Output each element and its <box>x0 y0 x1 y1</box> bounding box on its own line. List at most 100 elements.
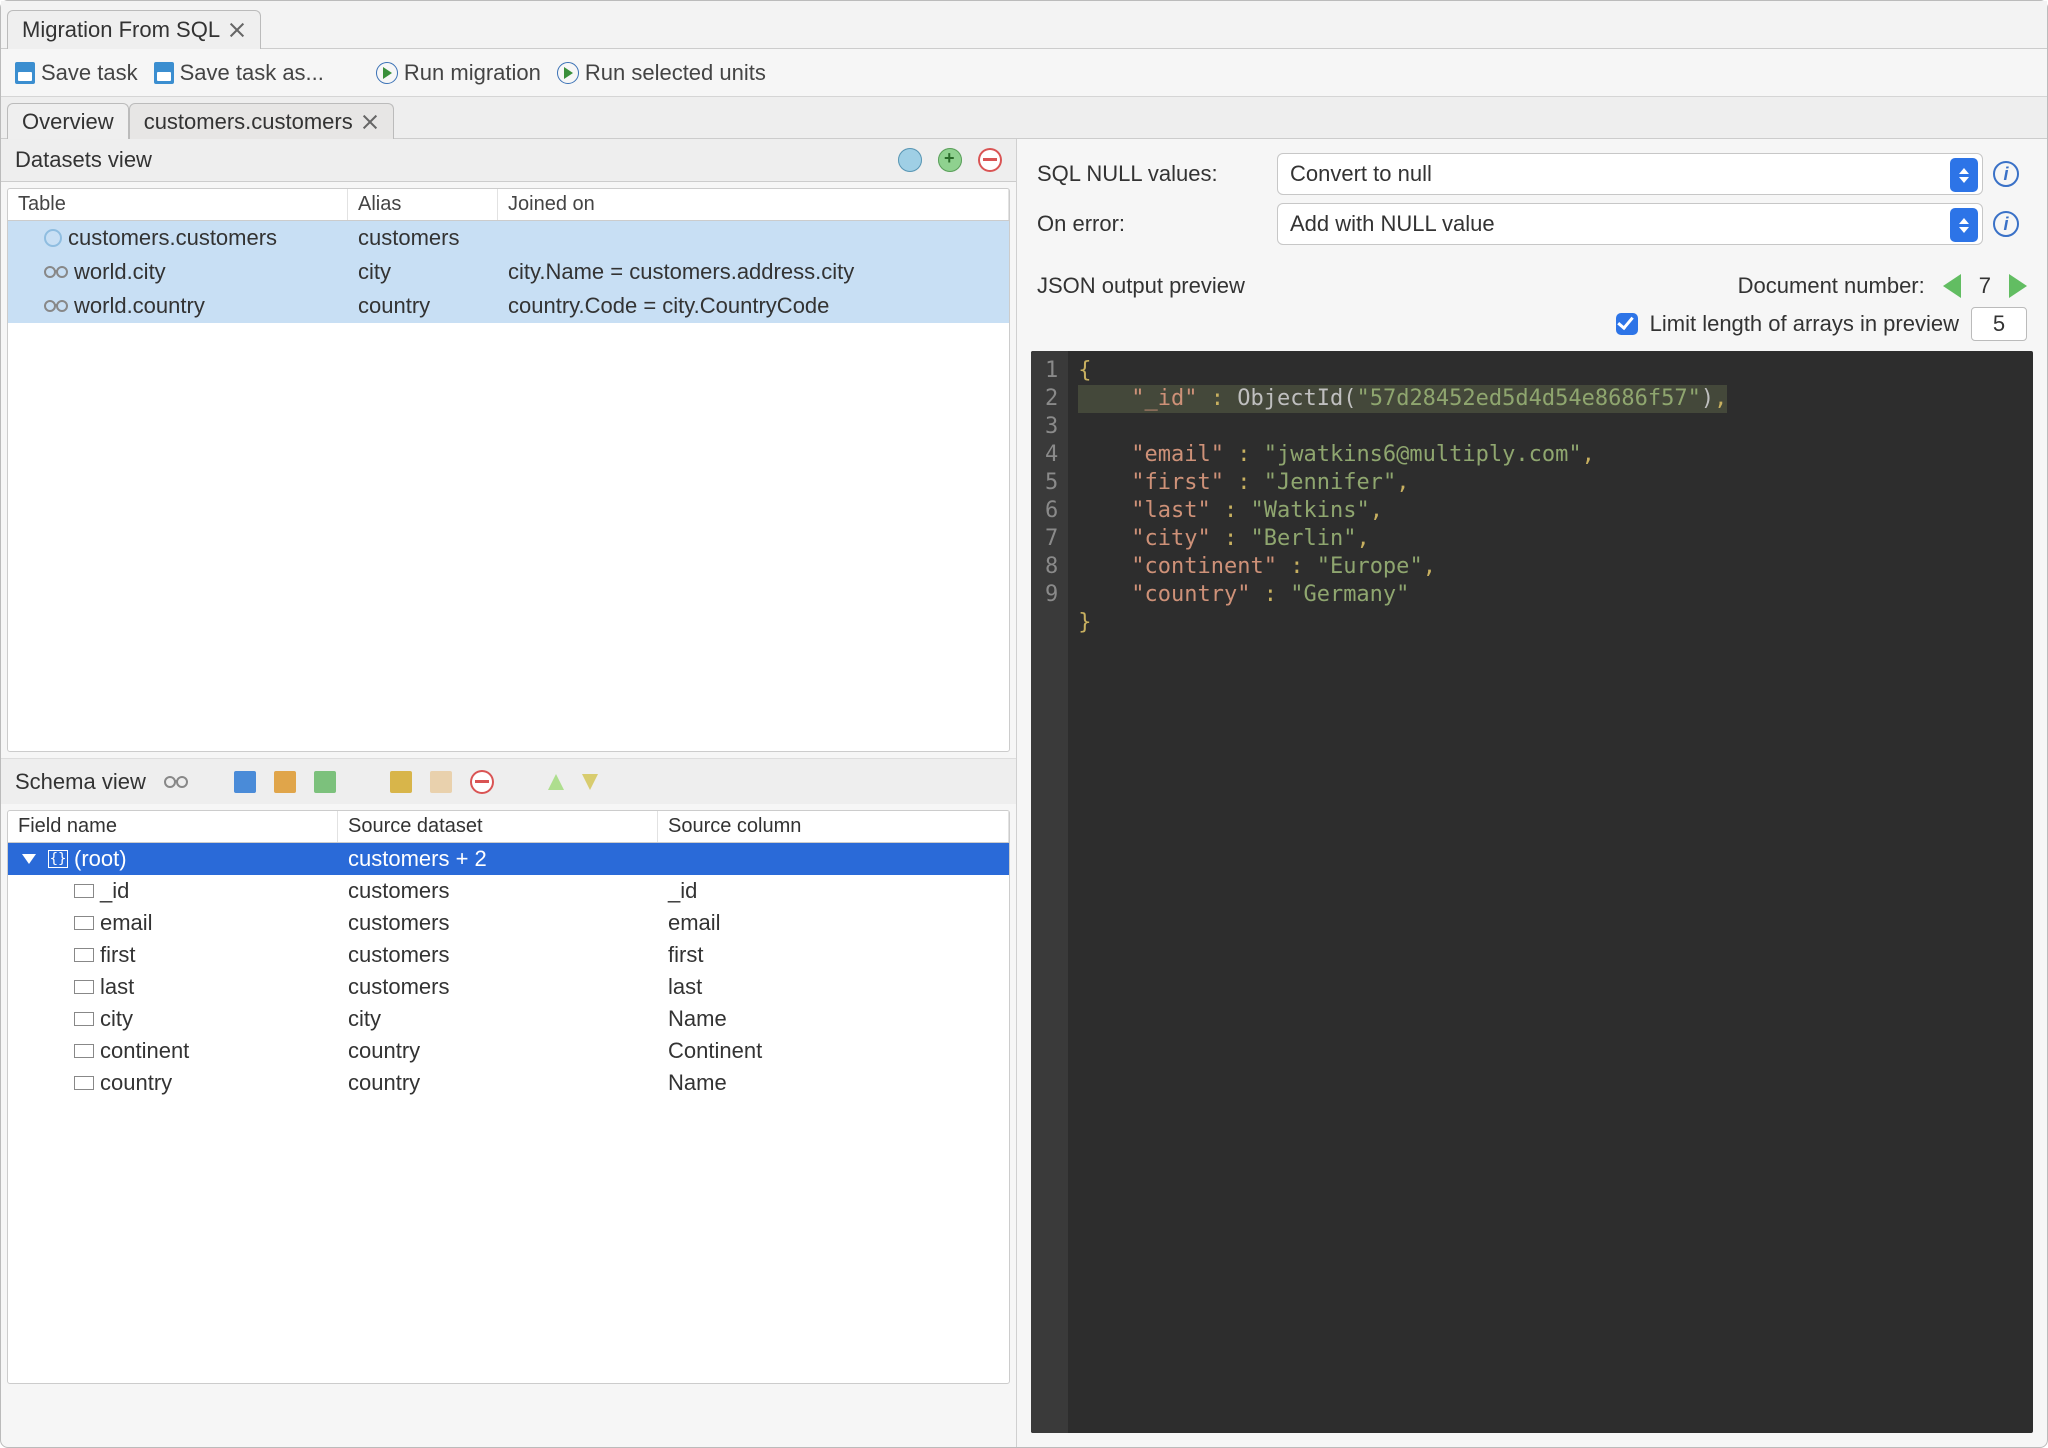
schema-row-root[interactable]: {}(root) customers + 2 <box>8 843 1009 875</box>
field-icon <box>74 884 94 898</box>
save-task-label: Save task <box>41 60 138 86</box>
object-icon: {} <box>48 850 68 868</box>
save-as-icon <box>154 62 174 84</box>
col-joined-on[interactable]: Joined on <box>498 189 1009 220</box>
limit-checkbox[interactable] <box>1616 313 1638 335</box>
left-pane: Datasets view Table Alias Joined on cust… <box>1 139 1017 1447</box>
close-icon[interactable] <box>228 21 246 39</box>
dataset-row[interactable]: world.city city city.Name = customers.ad… <box>8 255 1009 289</box>
duplicate-icon[interactable] <box>430 771 452 793</box>
sql-null-value: Convert to null <box>1290 161 1432 187</box>
line-gutter: 123456789 <box>1031 351 1068 1433</box>
datasets-header: Datasets view <box>1 139 1016 182</box>
sql-null-select[interactable]: Convert to null <box>1277 153 1983 195</box>
prev-doc-button[interactable] <box>1943 274 1961 298</box>
join-icon <box>44 267 68 277</box>
play-icon <box>557 62 579 84</box>
datasets-table-header: Table Alias Joined on <box>8 189 1009 221</box>
preview-header: JSON output preview Document number: 7 <box>1017 255 2047 307</box>
options-form: SQL NULL values: Convert to null i On er… <box>1017 139 2047 255</box>
add-join-icon[interactable] <box>938 148 962 172</box>
on-error-value: Add with NULL value <box>1290 211 1495 237</box>
add-array-icon[interactable] <box>274 771 296 793</box>
schema-row[interactable]: country country Name <box>8 1067 1009 1099</box>
info-icon[interactable]: i <box>1993 161 2019 187</box>
schema-row[interactable]: city city Name <box>8 1003 1009 1035</box>
on-error-label: On error: <box>1037 211 1267 237</box>
editor-tab-strip: Migration From SQL <box>1 1 2047 49</box>
add-field-icon[interactable] <box>314 771 336 793</box>
schema-table: Field name Source dataset Source column … <box>7 810 1010 1384</box>
move-up-icon[interactable] <box>548 774 564 790</box>
dataset-icon <box>44 229 62 247</box>
run-migration-label: Run migration <box>404 60 541 86</box>
json-preview-label: JSON output preview <box>1037 273 1245 299</box>
schema-header: Schema view <box>1 758 1016 804</box>
schema-row[interactable]: last customers last <box>8 971 1009 1003</box>
schema-row[interactable]: first customers first <box>8 939 1009 971</box>
editor-tab-label: Migration From SQL <box>22 17 220 43</box>
col-source-column[interactable]: Source column <box>658 811 1009 842</box>
datasets-title: Datasets view <box>15 147 152 173</box>
toolbar: Save task Save task as... Run migration … <box>1 49 2047 97</box>
field-icon <box>74 980 94 994</box>
run-migration-button[interactable]: Run migration <box>376 60 541 86</box>
save-task-as-label: Save task as... <box>180 60 324 86</box>
field-icon <box>74 1076 94 1090</box>
col-table[interactable]: Table <box>8 189 348 220</box>
save-task-as-button[interactable]: Save task as... <box>154 60 324 86</box>
field-icon <box>74 916 94 930</box>
run-selected-label: Run selected units <box>585 60 766 86</box>
save-icon <box>15 62 35 84</box>
field-icon <box>74 948 94 962</box>
main-split: Datasets view Table Alias Joined on cust… <box>1 139 2047 1447</box>
col-source-dataset[interactable]: Source dataset <box>338 811 658 842</box>
doc-number-value: 7 <box>1979 273 1991 299</box>
delete-field-icon[interactable] <box>470 770 494 794</box>
schema-row[interactable]: continent country Continent <box>8 1035 1009 1067</box>
run-selected-button[interactable]: Run selected units <box>557 60 766 86</box>
save-task-button[interactable]: Save task <box>15 60 138 86</box>
json-preview[interactable]: 123456789 { "_id" : ObjectId("57d28452ed… <box>1031 351 2033 1433</box>
play-icon <box>376 62 398 84</box>
relationship-icon[interactable] <box>164 777 188 787</box>
move-down-icon[interactable] <box>582 774 598 790</box>
dataset-row[interactable]: world.country country country.Code = cit… <box>8 289 1009 323</box>
limit-label: Limit length of arrays in preview <box>1650 311 1959 337</box>
sql-null-label: SQL NULL values: <box>1037 161 1267 187</box>
select-arrows-icon <box>1950 158 1978 192</box>
schema-row[interactable]: _id customers _id <box>8 875 1009 907</box>
limit-input[interactable]: 5 <box>1971 307 2027 341</box>
info-icon[interactable]: i <box>1993 211 2019 237</box>
doc-nav: Document number: 7 <box>1738 273 2027 299</box>
edit-icon[interactable] <box>390 771 412 793</box>
col-field-name[interactable]: Field name <box>8 811 338 842</box>
remove-dataset-icon[interactable] <box>978 148 1002 172</box>
field-icon <box>74 1012 94 1026</box>
schema-title: Schema view <box>15 769 146 795</box>
tab-customers-label: customers.customers <box>144 109 353 135</box>
schema-row[interactable]: email customers email <box>8 907 1009 939</box>
expand-icon[interactable] <box>22 854 36 864</box>
col-alias[interactable]: Alias <box>348 189 498 220</box>
add-dataset-icon[interactable] <box>898 148 922 172</box>
add-object-icon[interactable] <box>234 771 256 793</box>
close-icon[interactable] <box>361 113 379 131</box>
schema-table-header: Field name Source dataset Source column <box>8 811 1009 843</box>
field-icon <box>74 1044 94 1058</box>
json-code: { "_id" : ObjectId("57d28452ed5d4d54e868… <box>1068 351 1737 1433</box>
tab-customers[interactable]: customers.customers <box>129 103 394 139</box>
join-icon <box>44 301 68 311</box>
tab-overview[interactable]: Overview <box>7 103 129 139</box>
tab-overview-label: Overview <box>22 109 114 135</box>
editor-tab-migration[interactable]: Migration From SQL <box>7 10 261 49</box>
select-arrows-icon <box>1950 208 1978 242</box>
dataset-row[interactable]: customers.customers customers <box>8 221 1009 255</box>
limit-row: Limit length of arrays in preview 5 <box>1017 307 2047 351</box>
next-doc-button[interactable] <box>2009 274 2027 298</box>
inner-tab-strip: Overview customers.customers <box>1 97 2047 139</box>
app-window: Migration From SQL Save task Save task a… <box>0 0 2048 1448</box>
on-error-select[interactable]: Add with NULL value <box>1277 203 1983 245</box>
right-pane: SQL NULL values: Convert to null i On er… <box>1017 139 2047 1447</box>
datasets-table: Table Alias Joined on customers.customer… <box>7 188 1010 752</box>
